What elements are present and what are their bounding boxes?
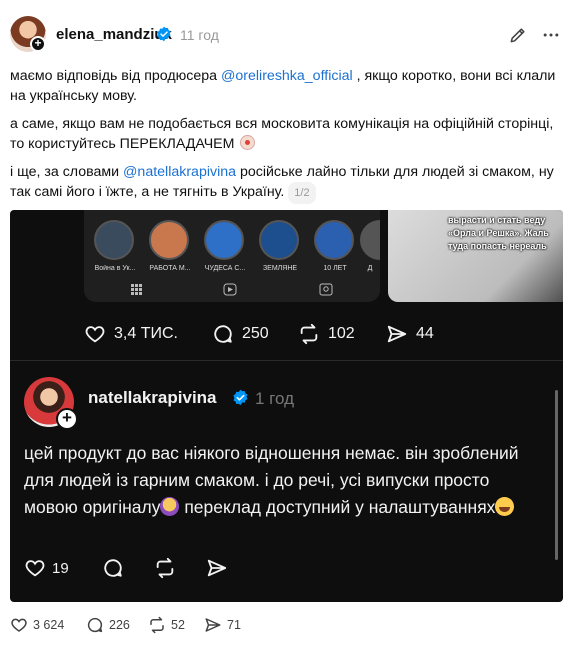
- repost-icon: [156, 557, 174, 579]
- heart-icon: [25, 560, 45, 577]
- post-paragraph-3: і ще, за словами @natellakrapivina росій…: [10, 162, 566, 204]
- post-time: 11 год: [180, 27, 219, 43]
- laughing-emoji-icon: [495, 497, 515, 516]
- reply-time: 1 год: [255, 389, 295, 408]
- embedded-action-bar: 3,4 ТИС. 250 102 44: [84, 322, 504, 346]
- scrollbar: [555, 390, 558, 560]
- edit-icon[interactable]: [508, 25, 528, 45]
- story-highlight: ЗЕМЛЯНЕ: [259, 220, 301, 272]
- repost-count: 52: [171, 618, 185, 632]
- post-header: + elena_mandziuk 11 год: [0, 0, 575, 70]
- share-count: 71: [227, 618, 241, 632]
- reply-username: natellakrapivina: [88, 388, 217, 407]
- share-icon: [387, 325, 407, 343]
- reply-repost-button: [154, 556, 176, 580]
- embedded-share-button: 44: [386, 322, 434, 346]
- like-count: 3 624: [33, 618, 65, 632]
- clown-emoji-icon: [240, 135, 256, 150]
- reply-like-button: 19: [24, 556, 69, 580]
- reply-action-bar: 19: [24, 556, 324, 580]
- share-button[interactable]: 71: [204, 614, 241, 636]
- shrug-emoji-icon: [160, 497, 180, 516]
- story-highlight: РАБОТА М...: [149, 220, 191, 272]
- heart-icon: [11, 618, 27, 632]
- heart-icon: [85, 326, 105, 343]
- reply-text: цей продукт до вас ніякого відношення не…: [24, 443, 519, 517]
- repost-icon: [300, 323, 318, 345]
- like-button[interactable]: 3 624: [10, 614, 64, 636]
- verified-badge-icon: [233, 389, 248, 406]
- reply-follow-plus-icon: +: [56, 408, 78, 430]
- repost-icon: [150, 616, 164, 634]
- post-paragraph-2: а саме, якщо вам не подобається вся моск…: [10, 116, 554, 152]
- more-options-icon[interactable]: [540, 25, 562, 45]
- author-username[interactable]: elena_mandziuk: [56, 26, 172, 43]
- story-highlight: ЧУДЕСА С...: [204, 220, 246, 272]
- page-counter: 1/2: [288, 182, 316, 204]
- share-icon: [207, 559, 227, 577]
- story-highlight: Война в Ук...: [94, 220, 136, 272]
- reply-comment-button: [102, 556, 124, 580]
- phone-tab-bar: [131, 283, 333, 296]
- share-icon: [205, 618, 221, 632]
- embedded-comment-button: 250: [212, 322, 269, 346]
- embedded-screenshot[interactable]: Война в Ук... РАБОТА М... ЧУДЕСА С... ЗЕ…: [10, 210, 563, 602]
- comment-icon: [214, 325, 232, 343]
- follow-plus-icon[interactable]: +: [30, 36, 46, 52]
- story-highlight: 10 ЛЕТ: [314, 220, 356, 272]
- comment-icon: [104, 559, 122, 577]
- embedded-like-button: 3,4 ТИС.: [84, 322, 178, 346]
- reply-share-button: [206, 556, 228, 580]
- divider: [10, 360, 563, 361]
- repost-button[interactable]: 52: [148, 614, 185, 636]
- post-paragraph-1: маємо відповідь від продюсера @oreliresh…: [10, 68, 556, 104]
- verified-badge-icon: [157, 26, 171, 42]
- story-highlight: Д: [360, 220, 380, 272]
- comment-button[interactable]: 226: [86, 614, 130, 636]
- embedded-repost-button: 102: [298, 322, 355, 346]
- phone-profile-preview: Война в Ук... РАБОТА М... ЧУДЕСА С... ЗЕ…: [84, 210, 380, 302]
- post-action-bar: 3 624 226 52 71: [10, 614, 410, 636]
- video-thumbnail: вырасти и стать веду «Орла и Решка». Жал…: [388, 210, 563, 302]
- mention-link-orelireshka[interactable]: @orelireshka_official: [221, 68, 353, 84]
- comment-icon: [87, 617, 103, 633]
- comment-count: 226: [109, 618, 130, 632]
- mention-link-natellakrapivina[interactable]: @natellakrapivina: [123, 164, 236, 180]
